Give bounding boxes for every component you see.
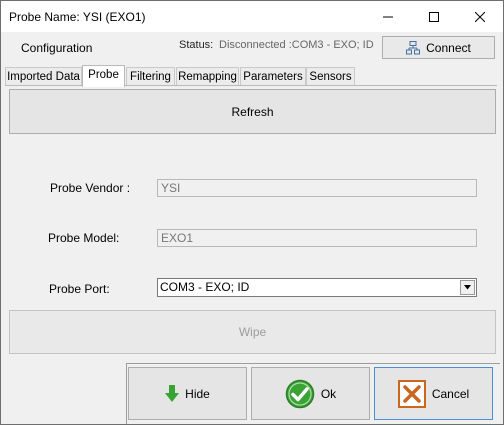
tab-parameters[interactable]: Parameters: [240, 67, 306, 85]
wipe-button[interactable]: Wipe: [9, 310, 496, 354]
close-icon: [475, 11, 485, 22]
chevron-down-icon: [464, 285, 471, 290]
cancel-label: Cancel: [431, 386, 470, 401]
refresh-button[interactable]: Refresh: [9, 89, 496, 134]
maximize-icon: [429, 11, 439, 22]
probe-port-value: COM3 - EXO; ID: [160, 280, 250, 294]
down-arrow-icon: [165, 384, 180, 403]
close-button[interactable]: [457, 1, 503, 32]
maximize-button[interactable]: [411, 1, 457, 32]
tab-remapping[interactable]: Remapping: [176, 67, 239, 85]
wipe-label: Wipe: [238, 325, 267, 339]
probe-vendor-value: YSI: [161, 181, 181, 195]
cancel-button[interactable]: Cancel: [374, 367, 493, 420]
tab-label: Sensors: [309, 71, 352, 83]
tab-strip: Imported Data Probe Filtering Remapping …: [5, 65, 499, 87]
tab-filtering[interactable]: Filtering: [126, 67, 175, 85]
tab-label: Filtering: [130, 71, 171, 83]
tab-divider: [5, 85, 497, 86]
tab-probe[interactable]: Probe: [82, 65, 125, 87]
hide-button[interactable]: Hide: [128, 367, 247, 420]
probe-port-select[interactable]: COM3 - EXO; ID: [157, 278, 477, 297]
check-circle-icon: [285, 379, 315, 409]
window-title: Probe Name: YSI (EXO1): [9, 9, 146, 24]
tab-label: Probe: [88, 69, 119, 81]
minimize-icon: [383, 12, 393, 22]
probe-model-field[interactable]: EXO1: [157, 229, 477, 247]
probe-model-label: Probe Model:: [48, 231, 120, 245]
connect-label: Connect: [426, 40, 471, 55]
probe-vendor-field[interactable]: YSI: [157, 179, 477, 197]
x-box-icon: [397, 379, 426, 408]
tab-label: Remapping: [178, 71, 237, 83]
probe-vendor-label: Probe Vendor :: [50, 181, 131, 195]
dropdown-button[interactable]: [460, 280, 475, 295]
probe-model-value: EXO1: [161, 231, 194, 245]
ok-label: Ok: [320, 386, 337, 401]
hide-label: Hide: [185, 386, 210, 401]
probe-window: Probe Name: YSI (EXO1) Configuration Sta…: [0, 0, 504, 425]
ok-button[interactable]: Ok: [251, 367, 370, 420]
tab-label: Parameters: [243, 71, 303, 83]
status-label: Status:: [179, 39, 214, 51]
network-icon: [406, 40, 421, 55]
status-value: Disconnected :COM3 - EXO; ID: [219, 39, 374, 51]
title-bar: Probe Name: YSI (EXO1): [1, 1, 503, 32]
tab-sensors[interactable]: Sensors: [306, 67, 355, 85]
tab-label: Imported Data: [7, 71, 80, 83]
tab-imported-data[interactable]: Imported Data: [5, 67, 82, 85]
connect-button[interactable]: Connect: [382, 36, 495, 59]
minimize-button[interactable]: [365, 1, 411, 32]
configuration-bar: Configuration Status: Disconnected :COM3…: [1, 33, 503, 65]
configuration-label: Configuration: [21, 41, 93, 55]
probe-port-label: Probe Port:: [49, 282, 110, 296]
refresh-label: Refresh: [231, 104, 274, 119]
